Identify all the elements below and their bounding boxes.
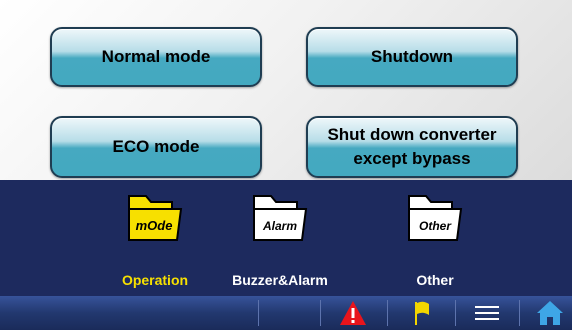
nav-item-operation[interactable]: mOde Operation xyxy=(95,190,215,290)
shutdown-label: Shutdown xyxy=(370,47,454,66)
svg-text:Other: Other xyxy=(419,219,452,233)
eco-mode-label: ECO mode xyxy=(112,137,200,156)
mode-folder-icon: mOde xyxy=(128,195,183,241)
status-separator xyxy=(387,300,388,326)
other-folder-icon: Other xyxy=(408,195,463,241)
alarm-folder-icon: Alarm xyxy=(253,195,308,241)
normal-mode-label: Normal mode xyxy=(101,47,211,66)
nav-item-buzzer-alarm[interactable]: Alarm Buzzer&Alarm xyxy=(220,190,340,290)
menu-icon[interactable] xyxy=(472,298,502,328)
nav-label-operation: Operation xyxy=(121,272,189,288)
nav-label-buzzer-alarm: Buzzer&Alarm xyxy=(232,272,328,288)
nav-item-other[interactable]: Other Other xyxy=(375,190,495,290)
shutdown-button[interactable]: Shutdown xyxy=(306,27,518,87)
alarm-warning-icon[interactable] xyxy=(338,298,368,328)
normal-mode-button[interactable]: Normal mode xyxy=(50,27,262,87)
eco-mode-button[interactable]: ECO mode xyxy=(50,116,262,178)
status-separator xyxy=(258,300,259,326)
svg-text:Alarm: Alarm xyxy=(262,219,297,233)
home-icon[interactable] xyxy=(535,298,565,328)
status-separator xyxy=(455,300,456,326)
shutdown-converter-label-line1: Shut down converter xyxy=(327,125,497,144)
shutdown-converter-button[interactable]: Shut down converter except bypass xyxy=(306,116,518,178)
status-separator xyxy=(320,300,321,326)
shutdown-converter-label-line2: except bypass xyxy=(353,149,471,168)
nav-label-other: Other xyxy=(416,272,454,288)
flag-icon[interactable] xyxy=(407,298,437,328)
status-separator xyxy=(519,300,520,326)
svg-text:mOde: mOde xyxy=(136,218,173,233)
